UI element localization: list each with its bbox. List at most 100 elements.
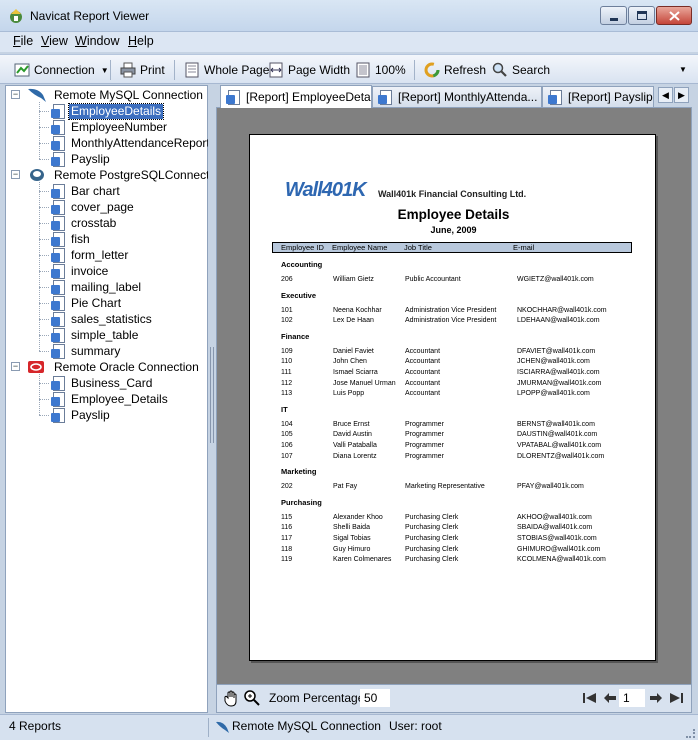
page-width-button[interactable]: Page Width — [268, 60, 350, 80]
tree-connector-line — [39, 223, 49, 224]
tab-scroll-left-button[interactable]: ◀ — [658, 87, 673, 103]
employee-name-cell: Diana Lorentz — [333, 452, 377, 460]
connection-button[interactable]: Connection ▼ — [14, 60, 109, 80]
last-page-icon[interactable] — [669, 692, 683, 704]
menu-help[interactable]: Help — [128, 34, 154, 48]
tree-report-item[interactable]: mailing_label — [50, 279, 143, 295]
tree-connector-line — [39, 335, 49, 336]
splitter[interactable] — [208, 85, 216, 713]
report-subtitle: June, 2009 — [430, 225, 477, 235]
tree-connection-postgresql[interactable]: Remote PostgreSQLConnection — [26, 167, 227, 183]
report-icon — [50, 263, 66, 279]
minimize-button[interactable] — [600, 6, 627, 25]
next-page-icon[interactable] — [649, 692, 663, 704]
tree-connection-label: Remote Oracle Connection — [54, 359, 199, 374]
company-logo: Wall401K — [285, 179, 367, 202]
tree-report-item[interactable]: invoice — [50, 263, 110, 279]
page-number-input[interactable]: 1 — [619, 689, 645, 707]
tab-payslip[interactable]: [Report] Payslip — [542, 86, 654, 107]
tree-report-item[interactable]: form_letter — [50, 247, 130, 263]
employee-id-cell: 113 — [281, 390, 293, 398]
tree-report-item[interactable]: sales_statistics — [50, 311, 154, 327]
employee-id-cell: 118 — [281, 545, 293, 553]
job-title-cell: Purchasing Clerk — [405, 556, 459, 564]
report-icon — [50, 119, 66, 135]
tree-report-item[interactable]: Bar chart — [50, 183, 122, 199]
job-title-cell: Administration Vice President — [405, 317, 497, 325]
close-button[interactable] — [656, 6, 692, 25]
resize-grip-icon[interactable] — [686, 729, 695, 738]
zoom-percentage-input[interactable]: 50 — [360, 689, 390, 707]
report-count: 4 Reports — [9, 719, 62, 733]
menu-bar: File View Window Help — [0, 32, 698, 52]
tree-collapse-toggle[interactable]: − — [11, 170, 20, 179]
tree-connection-mysql[interactable]: Remote MySQL Connection — [26, 87, 205, 103]
tree-report-item[interactable]: MonthlyAttendanceReport — [50, 135, 212, 151]
tree-report-item[interactable]: Pie Chart — [50, 295, 123, 311]
email-cell: PFAY@wall401k.com — [517, 483, 584, 491]
tree-report-item[interactable]: Employee_Details — [50, 391, 170, 407]
report-icon — [50, 343, 66, 359]
tab-employee-details[interactable]: [Report] EmployeeDetails — [220, 85, 372, 108]
email-cell: BERNST@wall401k.com — [517, 420, 595, 428]
search-label: Search — [512, 63, 551, 77]
actual-size-icon — [356, 62, 370, 78]
tree-report-item[interactable]: Payslip — [50, 151, 112, 167]
menu-view[interactable]: View — [41, 34, 68, 48]
splitter-grip[interactable] — [210, 347, 214, 443]
tree-connector-line — [39, 111, 49, 112]
report-title: Employee Details — [397, 207, 510, 222]
report-icon — [50, 199, 66, 215]
job-title-cell: Public Accountant — [405, 276, 461, 283]
tree-report-item[interactable]: EmployeeDetails — [50, 102, 165, 120]
tree-report-item[interactable]: EmployeeNumber — [50, 119, 169, 135]
column-header: E-mail — [513, 243, 535, 252]
report-icon — [50, 295, 66, 311]
tree-report-item[interactable]: Payslip — [50, 407, 112, 423]
refresh-button[interactable]: Refresh — [424, 60, 486, 80]
menu-file[interactable]: File — [13, 34, 33, 48]
hand-tool-icon[interactable] — [223, 689, 241, 707]
toolbar-overflow-icon[interactable]: ▼ — [679, 65, 687, 74]
column-header: Job Title — [404, 243, 432, 252]
status-divider — [208, 718, 209, 737]
tree-connector-line — [39, 239, 49, 240]
tab-scroll-right-button[interactable]: ▶ — [674, 87, 689, 103]
tree-connection-oracle[interactable]: Remote Oracle Connection — [26, 359, 201, 375]
tab-monthly-attendance[interactable]: [Report] MonthlyAttenda... — [372, 86, 542, 107]
report-icon — [50, 231, 66, 247]
company-name: Wall401k Financial Consulting Ltd. — [378, 189, 527, 199]
tree-report-label: MonthlyAttendanceReport — [71, 135, 210, 150]
job-title-cell: Accountant — [405, 379, 441, 387]
tree-report-label: mailing_label — [71, 279, 142, 294]
tree-report-item[interactable]: crosstab — [50, 215, 118, 231]
tree-report-item[interactable]: fish — [50, 231, 92, 247]
tree-report-item[interactable]: cover_page — [50, 199, 136, 215]
tree-collapse-toggle[interactable]: − — [11, 90, 20, 99]
zoom-100-button[interactable]: 100% — [355, 60, 406, 80]
report-icon — [50, 247, 66, 263]
tree-report-label: cover_page — [71, 199, 134, 214]
menu-window[interactable]: Window — [75, 34, 119, 48]
previous-page-icon[interactable] — [603, 692, 617, 704]
report-icon — [225, 89, 241, 105]
employee-name-cell: Luis Popp — [333, 390, 365, 398]
print-label: Print — [140, 63, 165, 77]
title-bar: Navicat Report Viewer — [0, 0, 698, 32]
print-button[interactable]: Print — [120, 60, 165, 80]
email-cell: WGIETZ@wall401k.com — [517, 276, 594, 283]
report-icon — [377, 89, 393, 105]
tree-report-item[interactable]: Business_Card — [50, 375, 154, 391]
whole-page-button[interactable]: Whole Page — [184, 60, 269, 80]
maximize-button[interactable] — [628, 6, 655, 25]
email-cell: LDEHAAN@wall401k.com — [517, 317, 600, 325]
tree-report-item[interactable]: simple_table — [50, 327, 140, 343]
zoom-tool-icon[interactable] — [243, 689, 261, 707]
department-heading: IT — [281, 404, 288, 414]
report-preview[interactable]: Wall401K Wall401k Financial Consulting L… — [216, 107, 692, 685]
tree-collapse-toggle[interactable]: − — [11, 362, 20, 371]
tree-report-item[interactable]: summary — [50, 343, 122, 359]
search-button[interactable]: Search — [492, 60, 550, 80]
department-heading: Finance — [281, 331, 310, 341]
first-page-icon[interactable] — [583, 692, 597, 704]
